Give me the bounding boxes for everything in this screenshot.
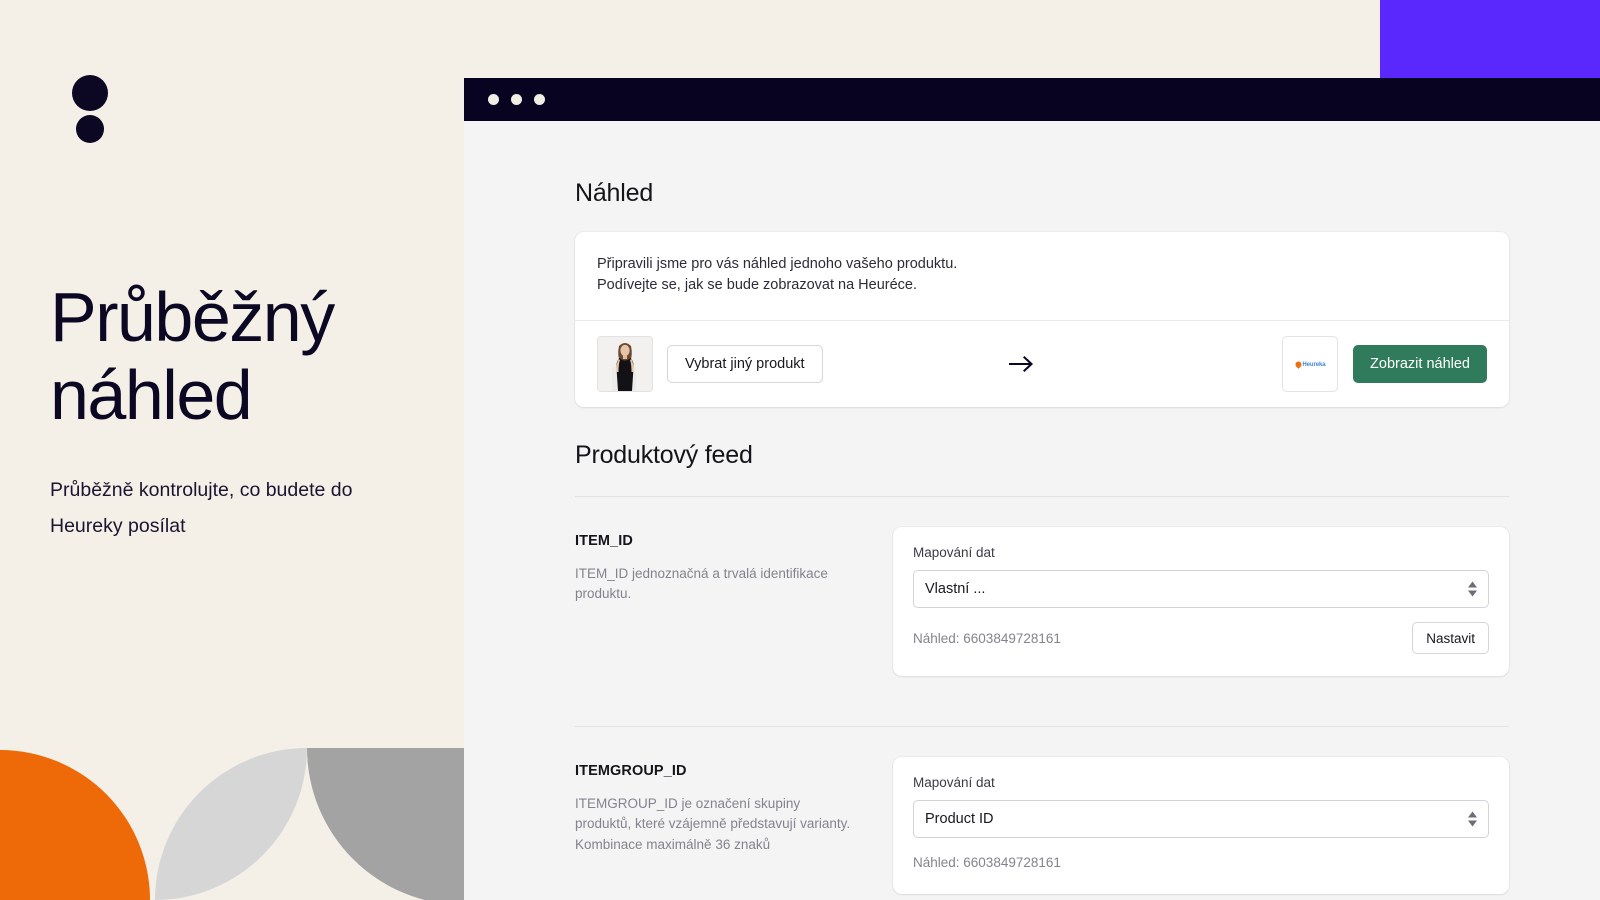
feed-row-info: ITEM_ID ITEM_ID jednoznačná a trvalá ide… <box>575 527 893 676</box>
feed-field-description: ITEM_ID jednoznačná a trvalá identifikac… <box>575 566 828 602</box>
maximize-dot-icon[interactable] <box>534 94 545 105</box>
show-preview-button[interactable]: Zobrazit náhled <box>1353 345 1487 384</box>
browser-viewport: Náhled Připravili jsme pro vás náhled je… <box>464 121 1600 900</box>
product-thumbnail-image <box>598 337 652 392</box>
decorative-shapes-svg <box>0 748 464 900</box>
browser-titlebar <box>464 78 1600 121</box>
preview-actions-row: Vybrat jiný produkt Heureka Zobrazit náh… <box>575 321 1509 407</box>
mapping-preview-value: Náhled: 6603849728161 <box>913 854 1061 870</box>
feed-row-itemgroup-id: ITEMGROUP_ID ITEMGROUP_ID je označení sk… <box>575 727 1509 900</box>
left-hero-panel: Průběžný náhled Průběžně kontrolujte, co… <box>0 0 464 900</box>
arrow-right-icon <box>1008 356 1035 373</box>
dark-gray-quarter-circle <box>307 748 464 900</box>
close-dot-icon[interactable] <box>488 94 499 105</box>
preview-card: Připravili jsme pro vás náhled jednoho v… <box>575 232 1509 408</box>
preview-intro-line-1: Připravili jsme pro vás náhled jednoho v… <box>597 256 958 272</box>
hero-title: Průběžný náhled <box>50 278 335 435</box>
browser-window: Náhled Připravili jsme pro vás náhled je… <box>464 78 1600 900</box>
logo-dot-large <box>72 75 108 111</box>
preview-intro-line-2: Podívejte se, jak se bude zobrazovat na … <box>597 277 917 294</box>
heureka-mark-icon <box>1293 359 1303 369</box>
feed-mapping-card: Mapování dat Product ID Náhled: 66038497… <box>893 757 1509 895</box>
feed-field-description: ITEMGROUP_ID je označení skupiny produkt… <box>575 796 851 852</box>
heureka-logo-icon: Heureka <box>1293 359 1326 369</box>
heureka-wordmark: Heureka <box>1301 361 1326 368</box>
feed-mapping-card: Mapování dat Vlastní ... Náhled: 6603849… <box>893 527 1509 677</box>
feed-section-heading: Produktový feed <box>575 441 753 470</box>
mapping-select-wrapper: Product ID <box>913 800 1489 839</box>
product-thumbnail[interactable] <box>597 336 653 393</box>
marketplace-logo-box: Heureka <box>1282 336 1339 393</box>
preview-section-heading: Náhled <box>575 179 654 207</box>
feed-row-info: ITEMGROUP_ID ITEMGROUP_ID je označení sk… <box>575 757 893 894</box>
purple-accent-block <box>1380 0 1600 78</box>
logo-dot-small <box>76 115 104 143</box>
page-content: Náhled Připravili jsme pro vás náhled je… <box>464 121 1600 900</box>
choose-other-product-button[interactable]: Vybrat jiný produkt <box>667 345 823 384</box>
mapping-field-label: Mapování dat <box>913 545 995 561</box>
orange-quarter-circle <box>0 750 150 900</box>
mapping-select[interactable]: Vlastní ... <box>913 570 1489 609</box>
feed-field-key: ITEMGROUP_ID <box>575 763 687 780</box>
light-gray-petal <box>155 748 307 900</box>
preview-intro: Připravili jsme pro vás náhled jednoho v… <box>575 232 1509 322</box>
decorative-shapes <box>0 730 464 900</box>
feed-field-key: ITEM_ID <box>575 533 633 550</box>
two-dots-logo-icon <box>72 75 108 147</box>
mapping-select-wrapper: Vlastní ... <box>913 570 1489 609</box>
hero-subtitle: Průběžně kontrolujte, co budete do Heure… <box>50 479 353 537</box>
mapping-preview-value: Náhled: 6603849728161 <box>913 630 1061 646</box>
configure-button[interactable]: Nastavit <box>1412 622 1489 655</box>
mapping-footer: Náhled: 6603849728161 <box>913 852 1489 872</box>
mapping-select[interactable]: Product ID <box>913 800 1489 839</box>
mapping-footer: Náhled: 6603849728161 Nastavit <box>913 622 1489 655</box>
minimize-dot-icon[interactable] <box>511 94 522 105</box>
feed-row-item-id: ITEM_ID ITEM_ID jednoznačná a trvalá ide… <box>575 497 1509 700</box>
mapping-field-label: Mapování dat <box>913 775 995 791</box>
